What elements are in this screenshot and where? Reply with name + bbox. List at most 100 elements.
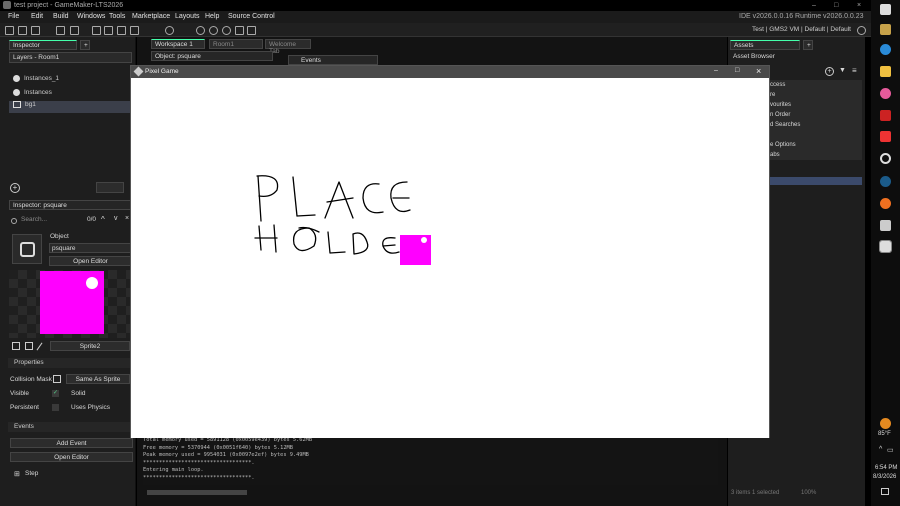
- events-header[interactable]: Events: [8, 422, 133, 432]
- network-icon[interactable]: ▭: [887, 446, 894, 454]
- open-editor-button-events[interactable]: Open Editor: [10, 452, 133, 462]
- asset-status: 3 items 1 selected: [731, 490, 780, 496]
- folder-icon[interactable]: [880, 66, 891, 77]
- asset-item[interactable]: n Order: [770, 112, 790, 118]
- menu-help[interactable]: Help: [205, 13, 219, 20]
- layout-icon[interactable]: [247, 26, 256, 35]
- visible-checkbox[interactable]: ✓: [52, 390, 59, 397]
- search-input[interactable]: Search...: [21, 216, 83, 223]
- new-project-icon[interactable]: [5, 26, 14, 35]
- menu-tools[interactable]: Tools: [109, 13, 125, 20]
- circle-app-icon[interactable]: [880, 153, 891, 164]
- gamemaker-running-icon[interactable]: [879, 240, 892, 253]
- weather-icon[interactable]: [880, 418, 891, 429]
- events-window[interactable]: Events: [288, 55, 378, 65]
- game-window-titlebar[interactable]: Pixel Game – □ ×: [131, 66, 769, 78]
- firefox-icon[interactable]: [880, 198, 891, 209]
- notifications-icon[interactable]: [881, 488, 889, 495]
- open-project-icon[interactable]: [18, 26, 27, 35]
- grid-icon[interactable]: [235, 26, 244, 35]
- tab-workspace-1[interactable]: Workspace 1: [151, 39, 205, 49]
- menu-source-control[interactable]: Source Control: [228, 13, 275, 20]
- open-editor-button[interactable]: Open Editor: [49, 256, 132, 266]
- menu-build[interactable]: Build: [53, 13, 69, 20]
- sprite-dropdown[interactable]: Sprite2: [50, 341, 130, 351]
- step-event-label[interactable]: Step: [25, 470, 38, 477]
- add-tab-button[interactable]: +: [803, 40, 813, 50]
- gamemaker-icon[interactable]: [880, 220, 891, 231]
- pencil-icon[interactable]: [36, 342, 43, 351]
- settings-icon[interactable]: [165, 26, 174, 35]
- filter-icon[interactable]: ▼: [839, 67, 846, 74]
- add-layer-icon[interactable]: +: [10, 183, 20, 193]
- selected-asset-row[interactable]: [770, 177, 862, 185]
- asset-item[interactable]: d Searches: [770, 122, 800, 128]
- tab-welcome[interactable]: Welcome Tab: [265, 39, 311, 55]
- asset-item[interactable]: vourites: [770, 102, 791, 108]
- asset-item[interactable]: re: [770, 92, 775, 98]
- tab-inspector[interactable]: Inspector: [9, 40, 77, 50]
- console-scrollbar[interactable]: [147, 490, 247, 495]
- persistent-checkbox[interactable]: [52, 404, 59, 411]
- file-explorer-icon[interactable]: [880, 24, 891, 35]
- asset-item[interactable]: abs: [770, 152, 780, 158]
- steam-icon[interactable]: [880, 176, 891, 187]
- export-icon[interactable]: [56, 26, 65, 35]
- clean-icon[interactable]: [130, 26, 139, 35]
- add-event-button[interactable]: Add Event: [10, 438, 133, 448]
- object-psquare-window[interactable]: Object: psquare: [151, 51, 273, 61]
- target-bar[interactable]: Test | GMS2 VM | Default | Default: [752, 26, 851, 33]
- close-icon[interactable]: ×: [125, 215, 129, 222]
- layer-item[interactable]: Instances: [13, 89, 52, 101]
- stop-icon[interactable]: [117, 26, 126, 35]
- menu-layouts[interactable]: Layouts: [175, 13, 200, 20]
- import-icon[interactable]: [70, 26, 79, 35]
- game-close-button[interactable]: ×: [756, 66, 761, 76]
- clock-time[interactable]: 6:54 PM: [875, 465, 897, 471]
- pixel-game-window[interactable]: Pixel Game – □ ×: [130, 65, 770, 438]
- menu-file[interactable]: File: [8, 13, 19, 20]
- add-asset-icon[interactable]: +: [825, 67, 834, 76]
- game-canvas[interactable]: [131, 78, 769, 438]
- properties-header[interactable]: Properties: [8, 358, 133, 368]
- minimize-button[interactable]: –: [812, 2, 816, 9]
- sprite-edit-icon[interactable]: [12, 342, 20, 350]
- game-maximize-button[interactable]: □: [735, 67, 739, 74]
- zoom-out-icon[interactable]: [222, 26, 231, 35]
- debug-icon[interactable]: [104, 26, 113, 35]
- gear-icon[interactable]: [857, 26, 866, 35]
- save-icon[interactable]: [31, 26, 40, 35]
- game-minimize-button[interactable]: –: [714, 67, 718, 74]
- layer-item-selected[interactable]: bg1: [9, 101, 130, 113]
- menu-icon[interactable]: ≡: [852, 66, 857, 75]
- windows-start-icon[interactable]: [880, 4, 891, 15]
- menu-edit[interactable]: Edit: [31, 13, 43, 20]
- red-app-icon[interactable]: [880, 110, 891, 121]
- red-tool-icon[interactable]: [880, 131, 891, 142]
- sprite-image-icon[interactable]: [25, 342, 33, 350]
- chevron-up-icon[interactable]: ^: [101, 215, 105, 224]
- same-as-sprite-dropdown[interactable]: Same As Sprite: [66, 374, 130, 384]
- object-name-field[interactable]: psquare: [49, 243, 132, 253]
- close-button[interactable]: ×: [857, 2, 861, 9]
- play-icon[interactable]: [92, 26, 101, 35]
- colorful-app-icon[interactable]: [880, 88, 891, 99]
- maximize-button[interactable]: □: [834, 2, 838, 9]
- edge-icon[interactable]: [880, 44, 891, 55]
- layer-action-button[interactable]: [96, 182, 124, 193]
- asset-item[interactable]: ccess: [770, 82, 785, 88]
- tray-chevron-icon[interactable]: ^: [879, 446, 882, 453]
- layer-item[interactable]: Instances_1: [13, 75, 59, 87]
- layers-dropdown[interactable]: Layers - Room1: [9, 52, 132, 63]
- menu-windows[interactable]: Windows: [77, 13, 105, 20]
- tab-room1[interactable]: Room1: [209, 39, 263, 49]
- add-tab-button[interactable]: +: [80, 40, 90, 50]
- asset-item[interactable]: e Options: [770, 142, 796, 148]
- chevron-down-icon[interactable]: v: [114, 215, 118, 222]
- menu-marketplace[interactable]: Marketplace: [132, 13, 170, 20]
- clock-date[interactable]: 8/3/2026: [873, 474, 896, 480]
- zoom-reset-icon[interactable]: [209, 26, 218, 35]
- collision-mask-edit-icon[interactable]: [53, 375, 61, 383]
- zoom-in-icon[interactable]: [196, 26, 205, 35]
- tab-assets[interactable]: Assets: [730, 40, 800, 50]
